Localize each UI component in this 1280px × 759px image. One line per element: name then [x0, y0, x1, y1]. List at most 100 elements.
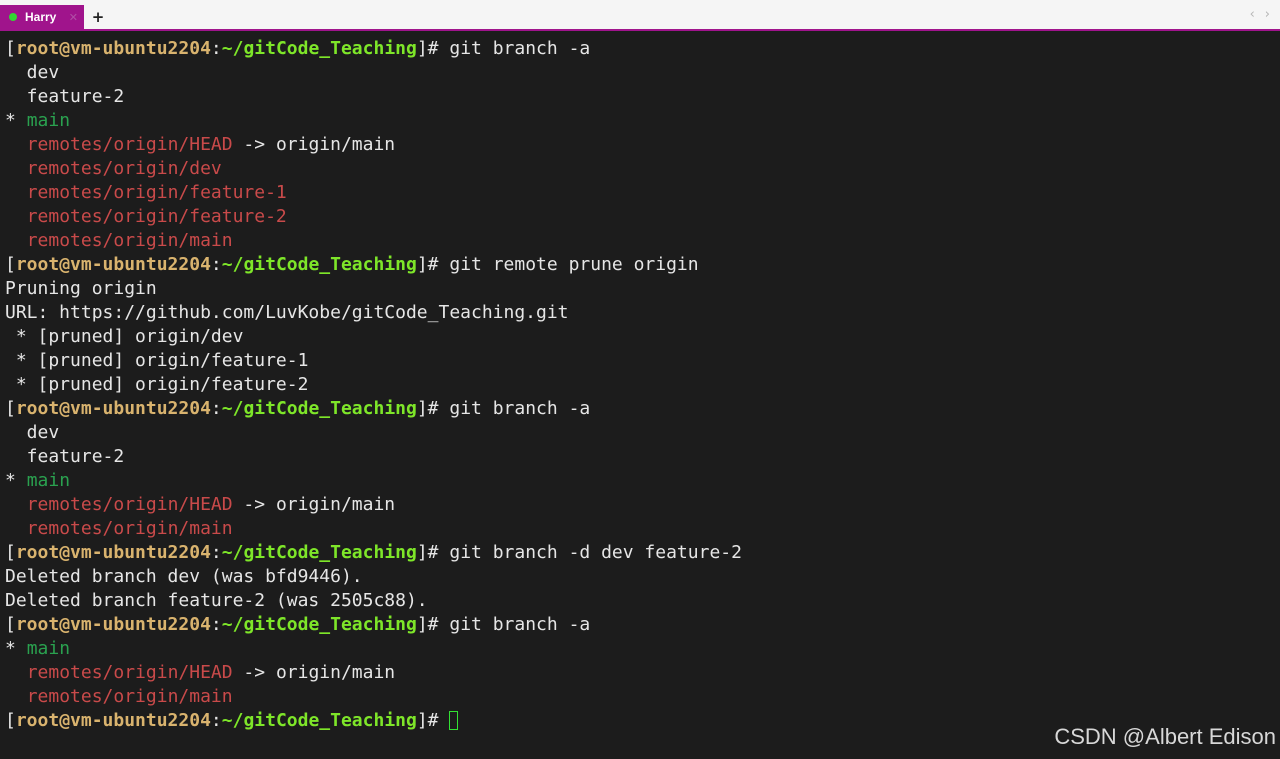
prompt-bracket-close: ]#	[416, 254, 450, 275]
prompt-bracket-open: [	[5, 542, 16, 563]
current-branch-marker: *	[5, 638, 27, 659]
close-icon[interactable]: ✕	[69, 11, 78, 24]
output-text: Deleted branch dev (was bfd9446).	[5, 566, 363, 587]
prompt-path: ~/gitCode_Teaching	[221, 38, 417, 59]
prompt-bracket-close: ]#	[416, 398, 450, 419]
prompt-user-host: root@vm-ubuntu2204	[15, 254, 211, 275]
output-text: * [pruned] origin/feature-2	[5, 374, 309, 395]
status-dot-icon	[9, 13, 17, 21]
terminal-line: * [pruned] origin/dev	[5, 325, 1275, 349]
branch-pointer: -> origin/main	[232, 134, 396, 155]
prompt-colon: :	[210, 542, 222, 563]
output-text: * [pruned] origin/feature-1	[5, 350, 309, 371]
terminal-line: Deleted branch dev (was bfd9446).	[5, 565, 1275, 589]
prompt-user-host: root@vm-ubuntu2204	[15, 542, 211, 563]
remote-branch: remotes/origin/main	[26, 686, 233, 707]
prompt-colon: :	[210, 398, 222, 419]
terminal-line: [root@vm-ubuntu2204:~/gitCode_Teaching]#…	[5, 397, 1275, 421]
chevron-right-icon[interactable]: ›	[1265, 7, 1270, 22]
terminal-line: remotes/origin/main	[5, 229, 1275, 253]
chevron-left-icon[interactable]: ‹	[1250, 7, 1255, 22]
output-text: URL: https://github.com/LuvKobe/gitCode_…	[5, 302, 569, 323]
terminal-line: * [pruned] origin/feature-1	[5, 349, 1275, 373]
prompt-colon: :	[210, 38, 222, 59]
tab-bar: Harry ✕ + ‹ ›	[0, 0, 1280, 31]
branch-pointer: -> origin/main	[232, 494, 396, 515]
terminal-cursor[interactable]	[449, 711, 459, 730]
prompt-user-host: root@vm-ubuntu2204	[15, 398, 211, 419]
prompt-bracket-open: [	[5, 710, 16, 731]
output-text: dev	[5, 62, 60, 83]
output-text: * [pruned] origin/dev	[5, 326, 244, 347]
command-text: git branch -a	[449, 398, 591, 419]
output-text: Deleted branch feature-2 (was 2505c88).	[5, 590, 428, 611]
terminal-line: remotes/origin/main	[5, 685, 1275, 709]
terminal-line: dev	[5, 61, 1275, 85]
terminal-line: remotes/origin/feature-1	[5, 181, 1275, 205]
current-branch-marker: *	[5, 110, 27, 131]
remote-branch: remotes/origin/HEAD	[26, 134, 233, 155]
prompt-bracket-open: [	[5, 614, 16, 635]
terminal-line: * [pruned] origin/feature-2	[5, 373, 1275, 397]
terminal-line: remotes/origin/HEAD -> origin/main	[5, 661, 1275, 685]
remote-branch: remotes/origin/main	[26, 230, 233, 251]
tab-scroll-arrows: ‹ ›	[1250, 7, 1270, 22]
current-branch: main	[26, 638, 71, 659]
remote-branch: remotes/origin/feature-1	[26, 182, 287, 203]
prompt-path: ~/gitCode_Teaching	[221, 398, 417, 419]
terminal-line: remotes/origin/main	[5, 517, 1275, 541]
terminal-line: URL: https://github.com/LuvKobe/gitCode_…	[5, 301, 1275, 325]
terminal-output[interactable]: [root@vm-ubuntu2204:~/gitCode_Teaching]#…	[5, 37, 1275, 753]
remote-branch: remotes/origin/main	[26, 518, 233, 539]
prompt-colon: :	[210, 254, 222, 275]
command-text: git remote prune origin	[449, 254, 699, 275]
terminal-line: [root@vm-ubuntu2204:~/gitCode_Teaching]#…	[5, 541, 1275, 565]
prompt-bracket-close: ]#	[416, 710, 450, 731]
prompt-user-host: root@vm-ubuntu2204	[15, 38, 211, 59]
terminal-line: [root@vm-ubuntu2204:~/gitCode_Teaching]#…	[5, 613, 1275, 637]
prompt-path: ~/gitCode_Teaching	[221, 542, 417, 563]
plus-icon[interactable]: +	[90, 8, 106, 26]
tab-label: Harry	[25, 10, 57, 24]
current-branch: main	[26, 470, 71, 491]
terminal-line: * main	[5, 469, 1275, 493]
prompt-path: ~/gitCode_Teaching	[221, 254, 417, 275]
prompt-user-host: root@vm-ubuntu2204	[15, 710, 211, 731]
prompt-path: ~/gitCode_Teaching	[221, 710, 417, 731]
terminal-line: remotes/origin/dev	[5, 157, 1275, 181]
terminal-line: dev	[5, 421, 1275, 445]
remote-branch: remotes/origin/dev	[26, 158, 222, 179]
current-branch: main	[26, 110, 71, 131]
terminal-line: * main	[5, 637, 1275, 661]
prompt-bracket-close: ]#	[416, 542, 450, 563]
terminal-line: feature-2	[5, 85, 1275, 109]
terminal-line: remotes/origin/HEAD -> origin/main	[5, 133, 1275, 157]
current-branch-marker: *	[5, 470, 27, 491]
terminal-line: Pruning origin	[5, 277, 1275, 301]
output-text: feature-2	[5, 86, 125, 107]
command-text: git branch -a	[449, 38, 591, 59]
output-text: dev	[5, 422, 60, 443]
remote-branch: remotes/origin/HEAD	[26, 662, 233, 683]
terminal-line: [root@vm-ubuntu2204:~/gitCode_Teaching]#…	[5, 253, 1275, 277]
terminal-line: [root@vm-ubuntu2204:~/gitCode_Teaching]#…	[5, 37, 1275, 61]
tab-harry[interactable]: Harry ✕	[0, 5, 84, 29]
prompt-bracket-close: ]#	[416, 38, 450, 59]
terminal-line: feature-2	[5, 445, 1275, 469]
output-text: feature-2	[5, 446, 125, 467]
watermark: CSDN @Albert Edison	[1054, 724, 1276, 749]
prompt-bracket-open: [	[5, 38, 16, 59]
prompt-bracket-open: [	[5, 398, 16, 419]
prompt-colon: :	[210, 710, 222, 731]
terminal-line: * main	[5, 109, 1275, 133]
prompt-bracket-close: ]#	[416, 614, 450, 635]
terminal-line: remotes/origin/HEAD -> origin/main	[5, 493, 1275, 517]
